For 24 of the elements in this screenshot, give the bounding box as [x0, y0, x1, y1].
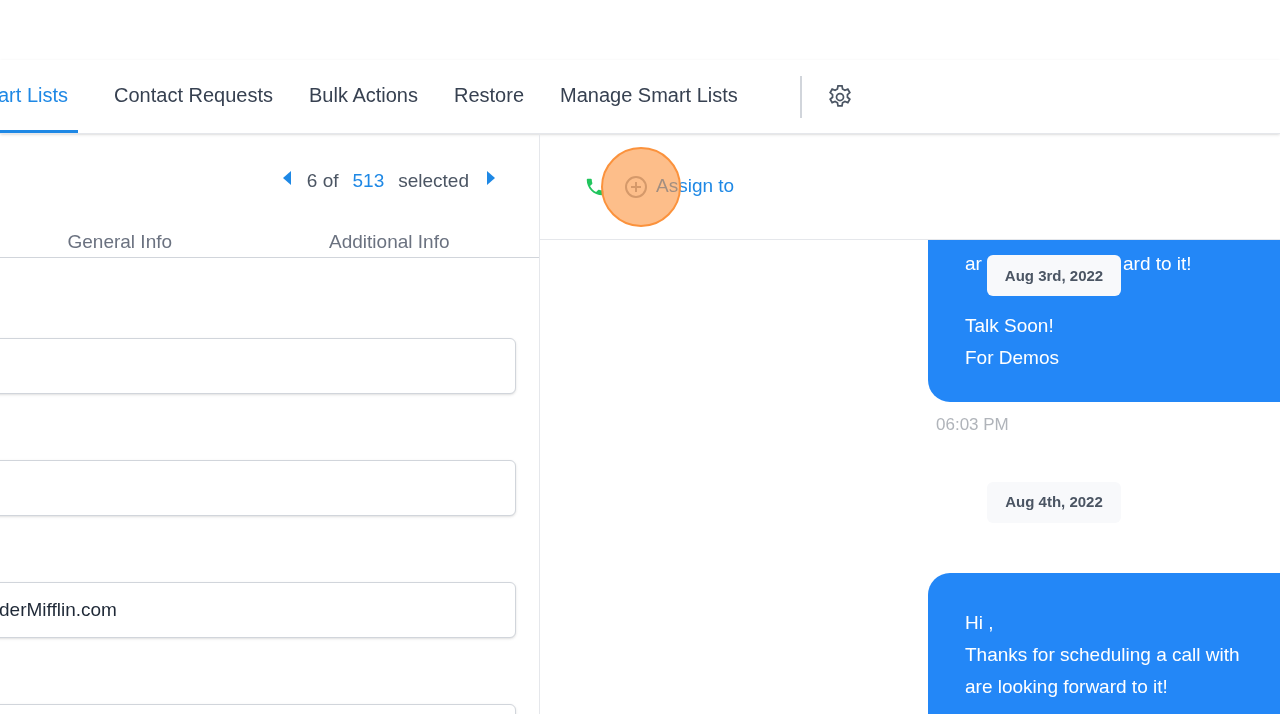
tab[interactable]: Manage Smart Lists [560, 60, 738, 133]
date-chip: Aug 3rd, 2022 [987, 255, 1121, 296]
message-text: Hi , [965, 610, 995, 635]
pager-total[interactable]: 513 [352, 166, 385, 196]
input-field[interactable] [0, 338, 516, 394]
pager-label: selected [398, 168, 469, 193]
detail-tab[interactable]: General Info [67, 228, 173, 257]
date-chip: Aug 4th, 2022 [987, 481, 1121, 523]
tab[interactable]: Restore [453, 60, 524, 133]
detail-tab[interactable]: Additional Info [329, 228, 450, 257]
pager-position: 6 of [306, 168, 339, 193]
message-text: For Demos [965, 346, 1060, 370]
message-time: 06:03 PM [936, 414, 1009, 436]
next-arrow-icon[interactable] [485, 170, 497, 186]
message-text: ar [965, 253, 982, 274]
message-text: ard to it! [1123, 252, 1192, 276]
message-text: are looking forward to it! [965, 674, 1169, 699]
input-field[interactable]: derMifflin.com [0, 582, 516, 638]
tab[interactable]: Contact Requests [114, 60, 273, 133]
add-circle-icon [624, 174, 648, 199]
tab[interactable]: Bulk Actions [309, 60, 418, 133]
message-text: Thanks for scheduling a call with [965, 642, 1241, 667]
input-field[interactable] [0, 460, 516, 516]
message-text: Talk Soon! [965, 314, 1055, 338]
